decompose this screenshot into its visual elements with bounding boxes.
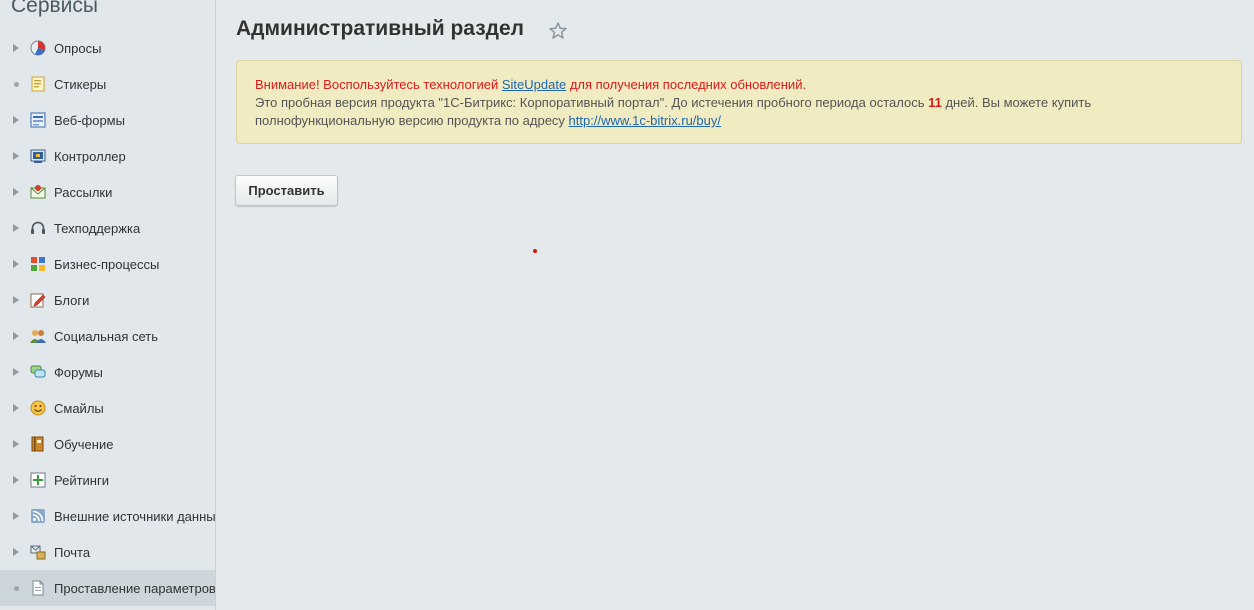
- trial-text-end: дней. Вы можете купить: [941, 95, 1092, 110]
- sidebar-item-label: Блоги: [54, 293, 90, 308]
- expand-arrow-icon[interactable]: [13, 152, 19, 160]
- sticker-icon: [30, 76, 46, 92]
- headset-icon: [30, 220, 46, 236]
- bullet-icon: [14, 82, 19, 87]
- rating-icon: [30, 472, 46, 488]
- sidebar-item-label: Почта: [54, 545, 91, 560]
- mailing-icon: [30, 184, 46, 200]
- siteupdate-link[interactable]: SiteUpdate: [502, 77, 566, 92]
- sidebar-item-label: Опросы: [54, 41, 102, 56]
- apply-button[interactable]: Проставить: [235, 175, 338, 206]
- expand-arrow-icon[interactable]: [13, 188, 19, 196]
- page-title: Административный раздел: [236, 17, 525, 40]
- controller-icon: [30, 148, 46, 164]
- sidebar-item[interactable]: Рассылки: [0, 174, 215, 210]
- rss-icon: [30, 508, 46, 524]
- learning-icon: [30, 436, 46, 452]
- sidebar-item-label: Проставление параметров: [54, 581, 216, 596]
- star-icon[interactable]: [548, 21, 568, 41]
- expand-arrow-icon[interactable]: [13, 476, 19, 484]
- workflow-icon: [30, 256, 46, 272]
- mail-icon: [30, 544, 46, 560]
- expand-arrow-icon[interactable]: [13, 116, 19, 124]
- sidebar-item-label: Социальная сеть: [54, 329, 158, 344]
- sidebar-item-label: Обучение: [54, 437, 114, 452]
- sidebar-item[interactable]: Обучение: [0, 426, 215, 462]
- expand-arrow-icon[interactable]: [13, 44, 19, 52]
- sidebar-item[interactable]: Контроллер: [0, 138, 215, 174]
- sidebar-item[interactable]: Опросы: [0, 30, 215, 66]
- sidebar-item-label: Веб-формы: [54, 113, 125, 128]
- update-notice: Внимание! Воспользуйтесь технологией Sit…: [236, 60, 1242, 144]
- sidebar-nav: Опросы Стикеры Веб-формы Контроллер Рассылки…: [0, 30, 215, 606]
- webform-icon: [30, 112, 46, 128]
- sidebar-item-label: Контроллер: [54, 149, 126, 164]
- update-warning: Внимание! Воспользуйтесь технологией Sit…: [255, 77, 806, 92]
- forum-icon: [30, 364, 46, 380]
- sidebar-item[interactable]: Стикеры: [0, 66, 215, 102]
- sidebar-item-label: Бизнес-процессы: [54, 257, 160, 272]
- sidebar-item[interactable]: Техподдержка: [0, 210, 215, 246]
- sidebar-item-label: Рейтинги: [54, 473, 109, 488]
- poll-icon: [30, 40, 46, 56]
- expand-arrow-icon[interactable]: [13, 296, 19, 304]
- warning-text: Внимание! Воспользуйтесь технологией: [255, 77, 502, 92]
- sidebar-item-label: Смайлы: [54, 401, 104, 416]
- buy-info: полнофункциональную версию продукта по а…: [255, 113, 721, 128]
- expand-arrow-icon[interactable]: [13, 260, 19, 268]
- sidebar-item[interactable]: Блоги: [0, 282, 215, 318]
- red-dot: [533, 249, 537, 253]
- sidebar-item[interactable]: Смайлы: [0, 390, 215, 426]
- sidebar-item[interactable]: Бизнес-процессы: [0, 246, 215, 282]
- document-icon: [30, 580, 46, 596]
- smiley-icon: [30, 400, 46, 416]
- social-icon: [30, 328, 46, 344]
- blog-icon: [30, 292, 46, 308]
- sidebar-item-label: Техподдержка: [54, 221, 141, 236]
- buy-link[interactable]: http://www.1c-bitrix.ru/buy/: [569, 113, 721, 128]
- sidebar-item-label: Форумы: [54, 365, 103, 380]
- expand-arrow-icon[interactable]: [13, 440, 19, 448]
- expand-arrow-icon[interactable]: [13, 332, 19, 340]
- sidebar: Сервисы Опросы Стикеры Веб-формы Контроллер…: [0, 0, 216, 610]
- sidebar-title: Сервисы: [11, 0, 99, 17]
- sidebar-item-label: Стикеры: [54, 77, 107, 92]
- sidebar-item[interactable]: Рейтинги: [0, 462, 215, 498]
- expand-arrow-icon[interactable]: [13, 404, 19, 412]
- buy-text: полнофункциональную версию продукта по а…: [255, 113, 569, 128]
- sidebar-item[interactable]: Проставление параметров: [0, 570, 215, 606]
- sidebar-item[interactable]: Внешние источники данных: [0, 498, 215, 534]
- trial-info: Это пробная версия продукта "1С-Битрикс:…: [255, 95, 1091, 110]
- sidebar-item[interactable]: Почта: [0, 534, 215, 570]
- expand-arrow-icon[interactable]: [13, 368, 19, 376]
- sidebar-item-label: Внешние источники данных: [54, 509, 216, 524]
- trial-text: Это пробная версия продукта "1С-Битрикс:…: [255, 95, 929, 110]
- expand-arrow-icon[interactable]: [13, 224, 19, 232]
- sidebar-item[interactable]: Форумы: [0, 354, 215, 390]
- warning-text-end: для получения последних обновлений.: [566, 77, 807, 92]
- sidebar-item-label: Рассылки: [54, 185, 113, 200]
- bullet-icon: [14, 586, 19, 591]
- main-content: Административный раздел Внимание! Воспол…: [216, 0, 1254, 610]
- expand-arrow-icon[interactable]: [13, 548, 19, 556]
- sidebar-item[interactable]: Веб-формы: [0, 102, 215, 138]
- expand-arrow-icon[interactable]: [13, 512, 19, 520]
- sidebar-item[interactable]: Социальная сеть: [0, 318, 215, 354]
- days-left: 11: [928, 95, 942, 110]
